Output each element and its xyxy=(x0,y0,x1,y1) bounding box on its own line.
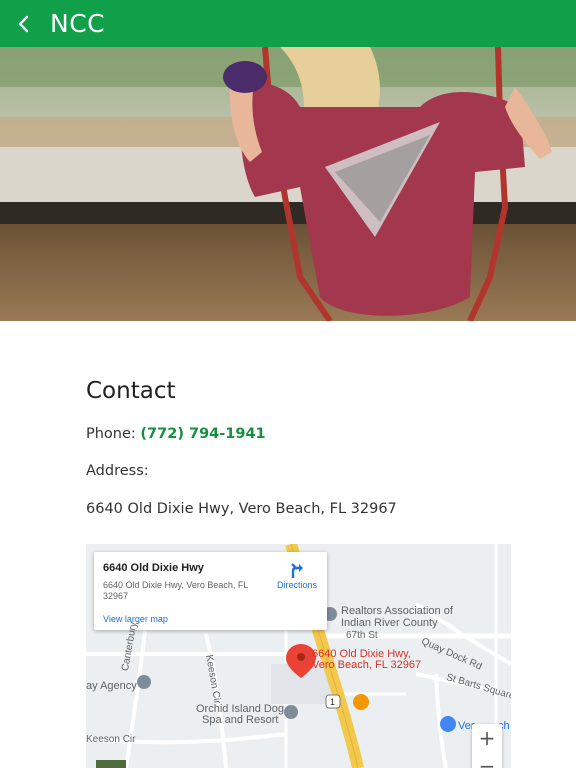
map-zoom-controls: + − xyxy=(472,724,502,768)
zoom-in-button[interactable]: + xyxy=(472,724,502,752)
contact-heading: Contact xyxy=(86,378,176,404)
page-title: NCC xyxy=(50,9,106,38)
app-header: NCC xyxy=(0,0,576,47)
zoom-out-button[interactable]: − xyxy=(472,752,502,768)
street-keeson-cir-2: Keeson Cir xyxy=(86,734,136,745)
phone-row: Phone: (772) 794-1941 xyxy=(86,426,516,442)
phone-link[interactable]: (772) 794-1941 xyxy=(140,426,265,442)
address-label: Address: xyxy=(86,463,149,479)
pin-label-line2: Vero Beach, FL 32967 xyxy=(312,659,422,671)
address-value: 6640 Old Dixie Hwy, Vero Beach, FL 32967 xyxy=(86,501,397,517)
phone-label: Phone: xyxy=(86,426,136,442)
poi-realtors-line1: Realtors Association of xyxy=(341,605,453,617)
directions-button[interactable]: Directions xyxy=(272,562,322,590)
hero-image xyxy=(0,47,576,321)
poi-realtors-line2: Indian River County xyxy=(341,617,438,629)
chevron-left-icon xyxy=(18,15,29,32)
map-embed[interactable]: 6640 Old Dixie Hwy 6640 Old Dixie Hwy, V… xyxy=(86,544,511,768)
map-info-card: 6640 Old Dixie Hwy 6640 Old Dixie Hwy, V… xyxy=(94,552,327,630)
directions-label: Directions xyxy=(276,580,317,590)
back-button[interactable] xyxy=(0,0,48,47)
map-info-address: 6640 Old Dixie Hwy, Vero Beach, FL 32967 xyxy=(103,580,249,601)
contact-section: Contact Phone: (772) 794-1941 Address: 6… xyxy=(86,378,516,517)
poi-dog-spa-line2: Spa and Resort xyxy=(202,714,279,726)
street-67th: 67th St xyxy=(346,630,378,641)
map-info-title: 6640 Old Dixie Hwy xyxy=(103,562,204,574)
poi-agency: ay Agency xyxy=(86,680,137,692)
directions-icon xyxy=(291,563,303,578)
route-shield-number: 1 xyxy=(330,697,336,707)
